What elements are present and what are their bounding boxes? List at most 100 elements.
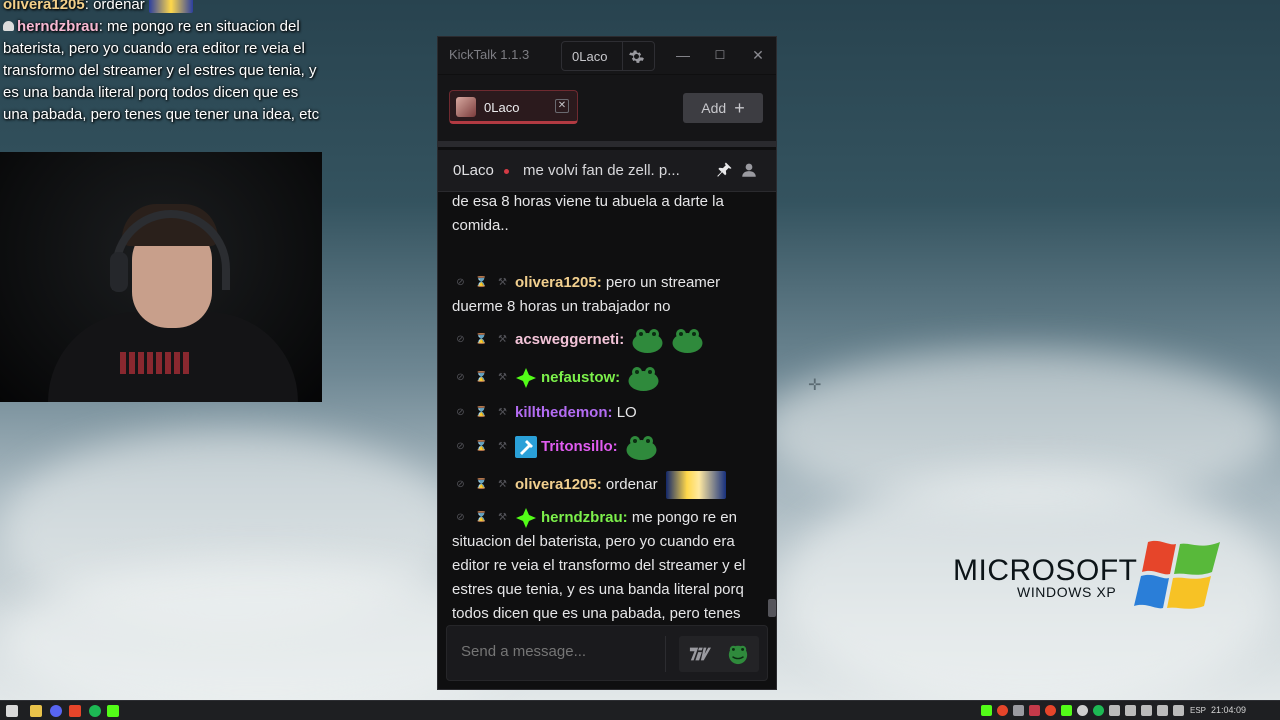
- timeout-icon[interactable]: ⌛: [473, 439, 490, 456]
- windows-flag-icon: [1134, 540, 1220, 609]
- divider: [622, 42, 623, 70]
- network-icon[interactable]: [1157, 705, 1168, 716]
- tray-controller-icon[interactable]: [1141, 705, 1152, 716]
- gear-icon[interactable]: [628, 48, 645, 65]
- start-button-icon[interactable]: [6, 705, 18, 717]
- pin-icon[interactable]: [715, 161, 733, 179]
- ban-icon[interactable]: ⊘: [452, 477, 469, 494]
- spotify-icon[interactable]: [89, 705, 101, 717]
- tab-0laco[interactable]: 0Laco ✕: [449, 90, 578, 124]
- plus-icon: +: [734, 97, 745, 118]
- kick-icon[interactable]: [107, 705, 119, 717]
- divider: [438, 141, 776, 147]
- pinned-message-bar[interactable]: 0Laco me volvi fan de zell. p...: [438, 150, 776, 192]
- overlay-badge-icon: [3, 21, 14, 31]
- overlay-username: herndzbrau: [17, 18, 99, 35]
- minimize-button[interactable]: —: [674, 46, 692, 64]
- timeout-icon[interactable]: ⌛: [473, 332, 490, 349]
- kick-emote-picker-icon[interactable]: [727, 643, 749, 665]
- timeout-icon[interactable]: ⌛: [473, 510, 490, 527]
- chat-message: ⊘ ⌛ ⚒ nefaustow:: [452, 365, 757, 391]
- add-chatroom-button[interactable]: Add +: [683, 93, 763, 123]
- maximize-button[interactable]: ☐: [711, 46, 729, 64]
- app-title: KickTalk 1.1.3: [449, 47, 530, 62]
- tray-record-icon[interactable]: [1045, 705, 1056, 716]
- message-input[interactable]: [461, 643, 661, 660]
- timeout-icon[interactable]: ⌛: [473, 477, 490, 494]
- kicktalk-window: KickTalk 1.1.3 0Laco — ☐ ✕ 0Laco ✕ Add +…: [437, 36, 777, 690]
- volume-icon[interactable]: [1173, 705, 1184, 716]
- hammer-icon[interactable]: ⚒: [494, 275, 511, 292]
- gif-emote: [665, 471, 726, 499]
- tray-app-icon[interactable]: [1061, 705, 1072, 716]
- tray-kick-icon[interactable]: [981, 705, 992, 716]
- tray-spotify-icon[interactable]: [1093, 705, 1104, 716]
- title-bar[interactable]: KickTalk 1.1.3 0Laco — ☐ ✕: [438, 37, 776, 74]
- tray-app-icon[interactable]: [1029, 705, 1040, 716]
- hammer-icon[interactable]: ⚒: [494, 439, 511, 456]
- user-list-icon[interactable]: [740, 161, 758, 179]
- ban-icon[interactable]: ⊘: [452, 332, 469, 349]
- live-dot-icon: [504, 169, 509, 174]
- close-button[interactable]: ✕: [749, 46, 767, 64]
- timeout-icon[interactable]: ⌛: [473, 275, 490, 292]
- chat-message: ⊘ ⌛ ⚒ killthedemon: LO: [452, 401, 757, 425]
- brave-browser-icon[interactable]: [69, 705, 81, 717]
- discord-icon[interactable]: [50, 705, 62, 717]
- subscriber-badge-icon: [516, 368, 536, 388]
- hammer-icon[interactable]: ⚒: [494, 370, 511, 387]
- message-username[interactable]: olivera1205:: [515, 274, 602, 291]
- tray-app-icon[interactable]: [997, 705, 1008, 716]
- channel-avatar: [456, 97, 476, 117]
- headphone-earcup: [110, 252, 128, 292]
- crosshair-cursor-icon: ✛: [808, 377, 822, 394]
- tray-discord-icon[interactable]: [1125, 705, 1136, 716]
- message-username[interactable]: acsweggerneti:: [515, 331, 624, 348]
- chat-messages[interactable]: de esa 8 horas viene tu abuela a darte l…: [438, 193, 768, 621]
- overlay-message: : ordenar: [84, 0, 145, 13]
- chat-message: ⊘ ⌛ ⚒ herndzbrau: me pongo re en situacion…: [452, 506, 757, 621]
- frog-emote-icon: [628, 367, 659, 391]
- message-username[interactable]: nefaustow:: [541, 369, 620, 386]
- mod-actions: ⊘ ⌛ ⚒: [452, 405, 511, 422]
- message-username[interactable]: herndzbrau:: [541, 509, 628, 526]
- chat-message: ⊘ ⌛ ⚒ olivera1205: pero un streamer duerme…: [452, 271, 757, 319]
- ban-icon[interactable]: ⊘: [452, 370, 469, 387]
- pinned-text: me volvi fan de zell. p...: [523, 162, 680, 179]
- pinned-user: 0Laco: [453, 162, 494, 179]
- timeout-icon[interactable]: ⌛: [473, 405, 490, 422]
- logo-brand: MICROSOFT: [953, 554, 1138, 587]
- file-explorer-icon[interactable]: [30, 705, 42, 717]
- ban-icon[interactable]: ⊘: [452, 439, 469, 456]
- ban-icon[interactable]: ⊘: [452, 405, 469, 422]
- microphone-icon[interactable]: [1109, 705, 1120, 716]
- message-username[interactable]: olivera1205:: [515, 476, 602, 493]
- tab-close-button[interactable]: ✕: [555, 99, 569, 113]
- system-clock[interactable]: 21:04:09: [1211, 705, 1246, 715]
- 7tv-emotes-icon[interactable]: [689, 643, 711, 665]
- hammer-icon[interactable]: ⚒: [494, 510, 511, 527]
- message-text: LO: [616, 404, 637, 421]
- keyboard-language[interactable]: ESP: [1190, 706, 1206, 715]
- moderator-badge-icon: [515, 436, 537, 458]
- frog-emote-icon: [626, 436, 657, 460]
- mod-actions: ⊘ ⌛ ⚒: [452, 275, 511, 292]
- chat-message: de esa 8 horas viene tu abuela a darte l…: [452, 193, 757, 238]
- message-username[interactable]: Tritonsillo:: [541, 438, 618, 455]
- chat-scrollbar[interactable]: [768, 599, 776, 617]
- user-settings-pill[interactable]: 0Laco: [561, 41, 655, 71]
- hammer-icon[interactable]: ⚒: [494, 477, 511, 494]
- ban-icon[interactable]: ⊘: [452, 510, 469, 527]
- stream-chat-overlay: olivera1205: ordenar herndzbrau: me pong…: [0, 0, 322, 126]
- hammer-icon[interactable]: ⚒: [494, 332, 511, 349]
- message-username[interactable]: killthedemon:: [515, 404, 613, 421]
- tray-app-icon[interactable]: [1013, 705, 1024, 716]
- message-composer: [446, 625, 768, 681]
- tray-app-icon[interactable]: [1077, 705, 1088, 716]
- mod-actions: ⊘ ⌛ ⚒: [452, 477, 511, 494]
- ban-icon[interactable]: ⊘: [452, 275, 469, 292]
- webcam-shirt-print: [120, 352, 190, 374]
- timeout-icon[interactable]: ⌛: [473, 370, 490, 387]
- divider: [665, 636, 666, 672]
- hammer-icon[interactable]: ⚒: [494, 405, 511, 422]
